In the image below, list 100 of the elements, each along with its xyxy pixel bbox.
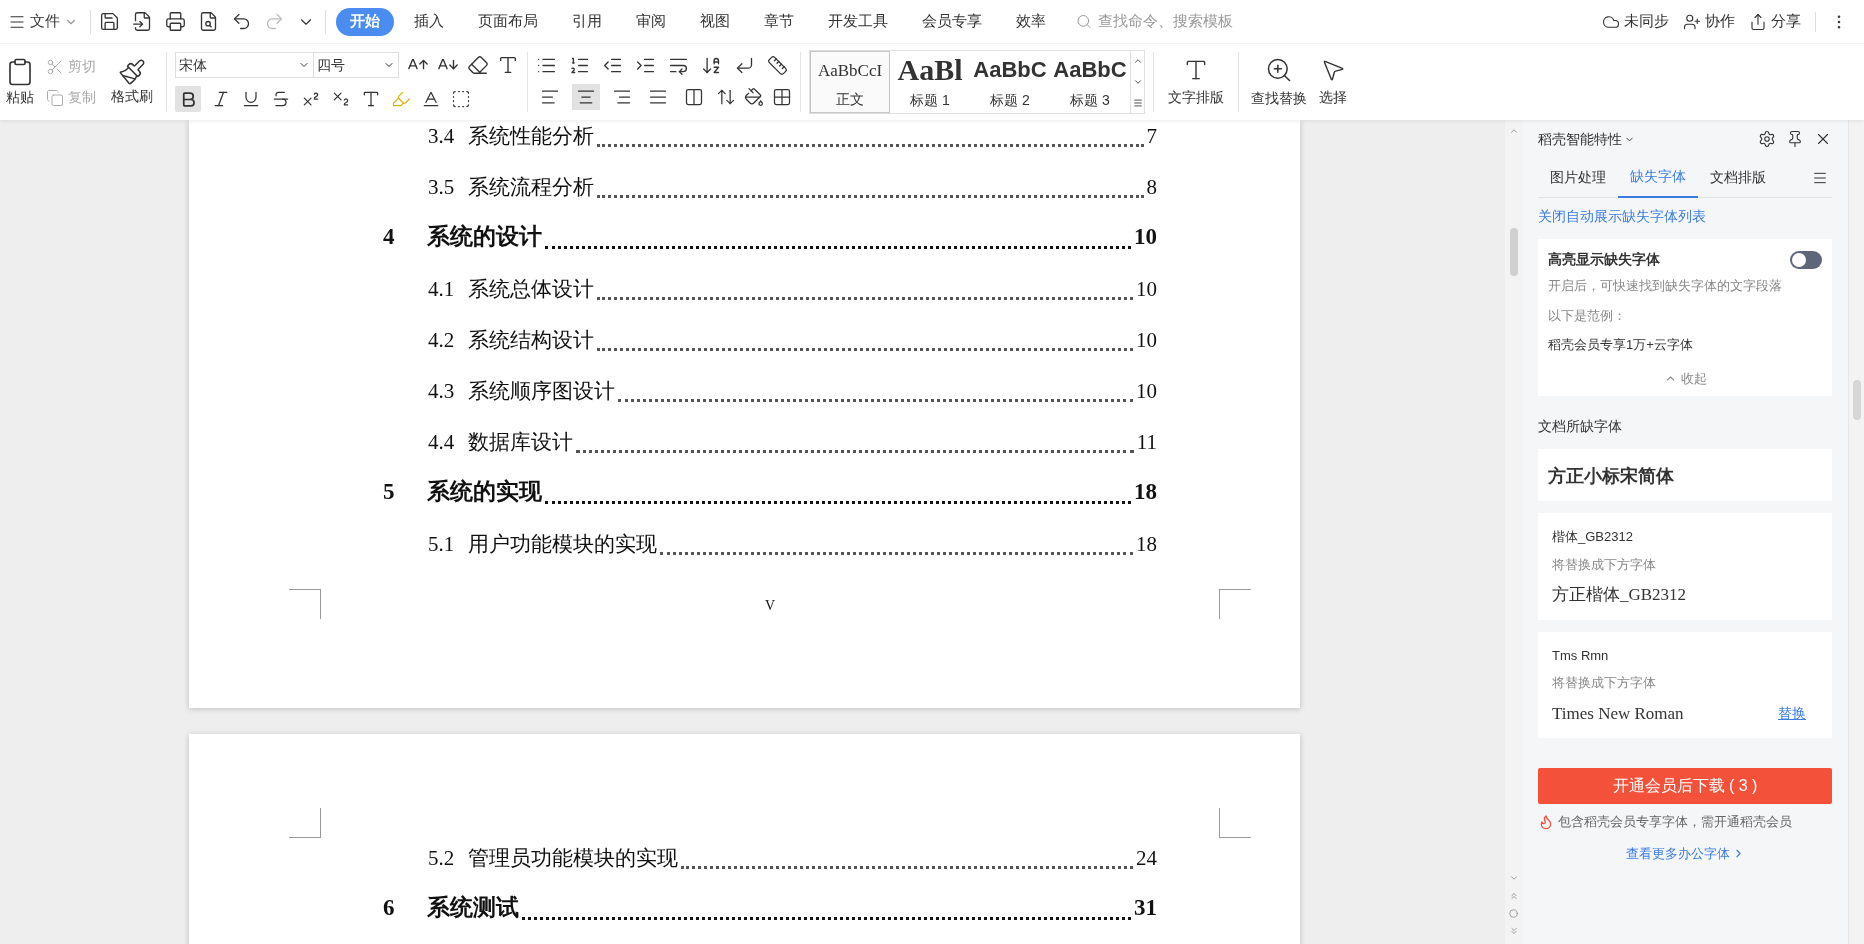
corner-mark: [1219, 589, 1251, 619]
toc-page-number: 10: [1134, 222, 1157, 251]
corner-mark: [289, 589, 321, 619]
print-icon[interactable]: [165, 11, 186, 32]
file-menu-button[interactable]: 文件: [4, 6, 82, 37]
ribbon-tab[interactable]: 插入: [400, 7, 458, 36]
toc-page-number: 18: [1134, 477, 1157, 506]
scroll-down-icon: [1508, 873, 1519, 883]
ruler-icon[interactable]: [767, 54, 788, 76]
toc-number: 5: [383, 477, 396, 506]
card-title: 高亮显示缺失字体: [1548, 250, 1660, 269]
scrollbar[interactable]: [1505, 120, 1522, 944]
toc-title: 系统测试: [427, 893, 519, 922]
export-icon[interactable]: [132, 11, 153, 32]
eraser-icon[interactable]: [467, 54, 489, 76]
scroll-thumb[interactable]: [1852, 380, 1861, 420]
format-painter-button[interactable]: 格式刷: [106, 57, 158, 107]
scroll-thumb[interactable]: [1509, 228, 1518, 276]
font-name-dropdown[interactable]: 宋体: [176, 53, 314, 77]
toc-title: 管理员功能模块的实现: [468, 844, 679, 872]
ribbon-tab[interactable]: 页面布局: [464, 7, 552, 36]
toolbar-action-button[interactable]: 未同步: [1602, 10, 1669, 33]
strikethrough-icon[interactable]: [271, 89, 291, 109]
next-page-icon: [1508, 926, 1519, 936]
style-preset[interactable]: AaBbC 标题 2: [970, 51, 1050, 113]
pin-icon[interactable]: [1786, 130, 1804, 148]
save-icon[interactable]: [99, 11, 120, 32]
copy-icon: [46, 88, 64, 107]
panel-tab[interactable]: 缺失字体: [1618, 157, 1698, 198]
toggle-switch[interactable]: [1790, 250, 1822, 269]
search-icon: [1076, 13, 1092, 30]
text-layout-button[interactable]: 文字排版: [1162, 56, 1230, 108]
collapse-button[interactable]: 收起: [1663, 368, 1707, 388]
toolbar-action-button[interactable]: 分享: [1749, 10, 1801, 33]
toolbar-action-button[interactable]: 协作: [1683, 10, 1735, 33]
replace-hint: 将替换成下方字体: [1552, 555, 1657, 574]
toc-number: 5.2: [428, 844, 455, 872]
toc-number: 4.3: [428, 377, 455, 405]
toc-number: 6: [383, 893, 396, 922]
find-replace-button[interactable]: 查找替换: [1247, 55, 1311, 109]
panel-title[interactable]: 稻壳智能特性: [1538, 128, 1622, 150]
toc-number: 4.2: [428, 326, 455, 354]
toc-number: 5.1: [428, 530, 455, 558]
bold-button[interactable]: [175, 86, 201, 112]
share-icon: [1749, 12, 1767, 31]
panel-tab[interactable]: 图片处理: [1538, 157, 1618, 198]
ribbon-tab[interactable]: 审阅: [622, 7, 680, 36]
previous-page-icon: [1508, 891, 1519, 901]
select-button[interactable]: 选择: [1311, 56, 1355, 108]
ribbon-tab[interactable]: 视图: [686, 7, 744, 36]
card-description: 开启后，可快速找到缺失字体的文字段落: [1548, 277, 1783, 295]
font-color-icon[interactable]: [421, 89, 441, 109]
scroll-down-icon[interactable]: [1132, 77, 1143, 87]
settings-icon[interactable]: [1758, 130, 1776, 148]
membership-notice: 包含稻壳会员专享字体，需开通稻壳会员: [1558, 813, 1792, 831]
underline-icon[interactable]: [241, 89, 261, 109]
toc-page-number: 7: [1146, 122, 1157, 150]
character-border-icon[interactable]: [451, 89, 471, 109]
font-size-dropdown[interactable]: 四号: [314, 53, 398, 77]
corner-mark: [289, 808, 321, 838]
search-field[interactable]: 查找命令、搜索模板: [1072, 6, 1282, 37]
toc-title: 系统的实现: [427, 477, 542, 506]
toc-page-number: 24: [1136, 844, 1157, 872]
ribbon-tab[interactable]: 引用: [558, 7, 616, 36]
toc-title: 系统流程分析: [468, 173, 595, 201]
example-text: 稻壳会员专享1万+云字体: [1548, 336, 1694, 354]
toc-number: 3.5: [428, 173, 455, 201]
font-name: 楷体_GB2312: [1552, 528, 1634, 546]
more-fonts-link[interactable]: 查看更多办公字体: [1625, 843, 1745, 863]
toc-page-number: 31: [1134, 893, 1157, 922]
toc-page-number: 10: [1136, 377, 1157, 405]
style-preset[interactable]: AaBbCcI 正文: [810, 51, 890, 113]
corner-mark: [1219, 808, 1251, 838]
page-number: V: [764, 597, 776, 615]
toc-title: 数据库设计: [468, 428, 574, 456]
undo-icon[interactable]: [231, 11, 252, 32]
example-label: 以下是范例：: [1548, 306, 1627, 325]
close-auto-show-link[interactable]: 关闭自动展示缺失字体列表: [1538, 206, 1832, 227]
scrollbar[interactable]: [1848, 120, 1864, 944]
shading-icon[interactable]: [744, 86, 764, 107]
style-preset[interactable]: AaBl 标题 1: [890, 51, 970, 113]
ribbon-tab[interactable]: 会员专享: [908, 7, 996, 36]
ribbon-tab[interactable]: 开发工具: [814, 7, 902, 36]
font-name: Tms Rmn: [1552, 646, 1610, 665]
borders-icon[interactable]: [772, 86, 792, 107]
expand-icon[interactable]: [1132, 97, 1143, 108]
browse-object-icon: [1509, 909, 1518, 918]
paintbrush-icon: [118, 57, 146, 86]
font-name: 方正小标宋简体: [1548, 463, 1674, 488]
ribbon-tab[interactable]: 章节: [750, 7, 808, 36]
print-preview-icon[interactable]: [198, 11, 219, 32]
toc-title: 系统的设计: [427, 222, 542, 251]
replace-link[interactable]: 替换: [1778, 702, 1806, 724]
panel-tab[interactable]: 文档排版: [1698, 157, 1778, 198]
replacement-font: Times New Roman: [1552, 702, 1684, 725]
style-preset[interactable]: AaBbC 标题 3: [1050, 51, 1130, 113]
ribbon-tab[interactable]: 效率: [1002, 7, 1060, 36]
scroll-up-icon: [1508, 126, 1519, 136]
paste-button[interactable]: 粘贴: [0, 56, 40, 108]
align-center-button[interactable]: [572, 83, 600, 110]
